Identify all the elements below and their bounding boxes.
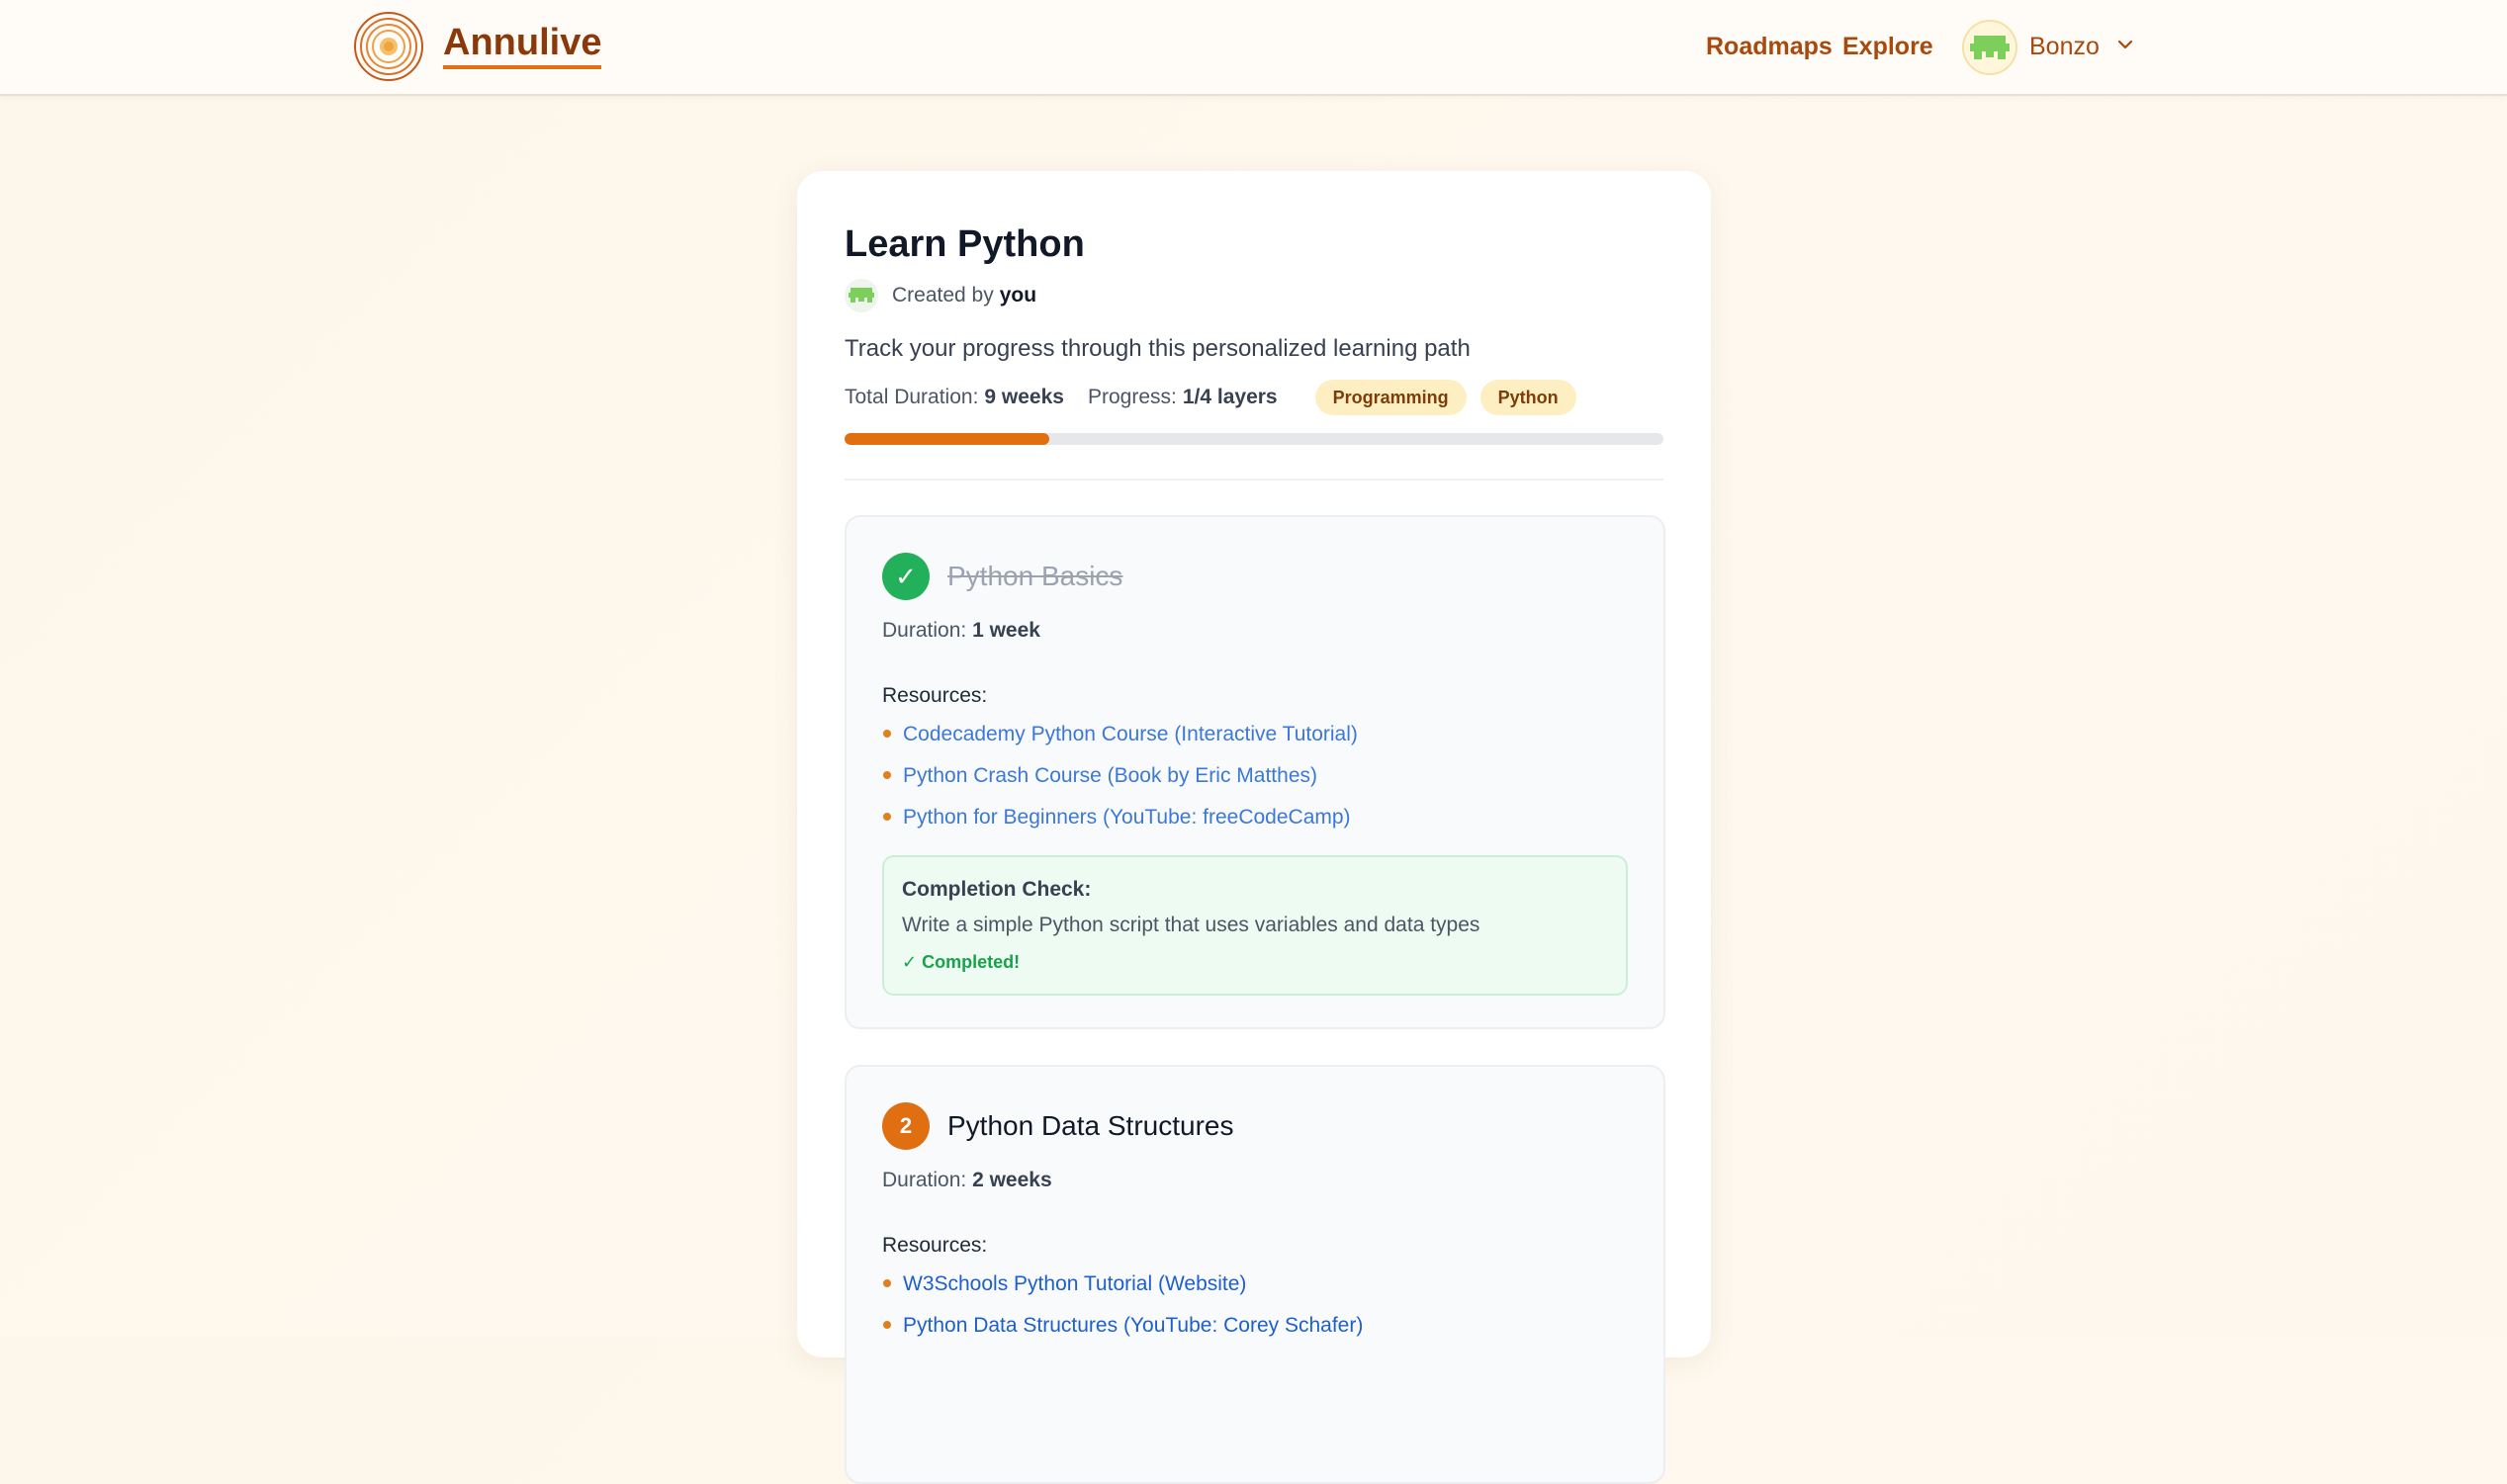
layer-duration: Duration: 2 weeks <box>882 1166 1052 1195</box>
check-icon[interactable]: ✓ <box>882 553 930 600</box>
top-navbar: Annulive Roadmaps Explore Bonzo <box>0 0 2507 96</box>
layer-header: ✓ Python Basics <box>882 553 1122 600</box>
resource-link[interactable]: Codecademy Python Course (Interactive Tu… <box>903 723 1358 745</box>
progress-value: 1/4 layers <box>1182 386 1278 408</box>
duration-label: Duration: <box>882 1169 967 1191</box>
created-by-value: you <box>999 284 1037 306</box>
roadmap-meta: Total Duration: 9 weeks Progress: 1/4 la… <box>845 379 1576 416</box>
duration-value: 1 week <box>972 619 1040 642</box>
resource-list: Codecademy Python Course (Interactive Tu… <box>882 720 1358 844</box>
layer-card-python-basics: ✓ Python Basics Duration: 1 week Resourc… <box>845 515 1665 1029</box>
list-item: Python Data Structures (YouTube: Corey S… <box>882 1311 1363 1353</box>
duration-value: 2 weeks <box>972 1169 1052 1191</box>
total-duration-value: 9 weeks <box>984 386 1064 408</box>
nav-explore-link[interactable]: Explore <box>1842 30 1933 63</box>
brand-name[interactable]: Annulive <box>443 22 602 69</box>
list-item: W3Schools Python Tutorial (Website) <box>882 1269 1363 1311</box>
tag-python[interactable]: Python <box>1479 380 1576 415</box>
annulive-logo[interactable] <box>352 10 425 83</box>
pixel-avatar-icon <box>845 279 878 312</box>
resource-link[interactable]: Python Crash Course (Book by Eric Matthe… <box>903 764 1317 787</box>
created-by-label: Created by <box>892 284 994 306</box>
section-divider <box>845 479 1663 480</box>
layer-card-python-data-structures: 2 Python Data Structures Duration: 2 wee… <box>845 1065 1665 1484</box>
layer-title: Python Basics <box>947 561 1123 591</box>
resources-label: Resources: <box>882 1234 988 1257</box>
list-item: Python Crash Course (Book by Eric Matthe… <box>882 761 1358 803</box>
chevron-down-icon[interactable] <box>2114 34 2136 55</box>
resources-label: Resources: <box>882 684 988 707</box>
list-item: Codecademy Python Course (Interactive Tu… <box>882 720 1358 761</box>
pixel-avatar-icon <box>1964 22 2015 73</box>
layer-header: 2 Python Data Structures <box>882 1102 1233 1150</box>
duration-label: Duration: <box>882 619 967 642</box>
progress-bar-fill <box>845 433 1049 445</box>
tag-programming[interactable]: Programming <box>1314 380 1467 415</box>
resource-link[interactable]: W3Schools Python Tutorial (Website) <box>903 1272 1246 1295</box>
creator-line: Created by you <box>845 278 1036 313</box>
roadmap-title: Learn Python <box>845 223 1085 265</box>
resource-list: W3Schools Python Tutorial (Website) Pyth… <box>882 1269 1363 1353</box>
list-item: Python for Beginners (YouTube: freeCodeC… <box>882 803 1358 844</box>
progress-bar <box>845 433 1663 445</box>
layer-duration: Duration: 1 week <box>882 616 1040 646</box>
resource-link[interactable]: Python Data Structures (YouTube: Corey S… <box>903 1314 1363 1337</box>
resource-link[interactable]: Python for Beginners (YouTube: freeCodeC… <box>903 806 1351 829</box>
total-duration-label: Total Duration: <box>845 386 979 408</box>
roadmap-card: Learn Python Created by you Track your p… <box>797 171 1711 1484</box>
user-avatar[interactable] <box>1962 20 2017 75</box>
creator-avatar <box>845 279 878 312</box>
completion-status: ✓ Completed! <box>902 952 1021 972</box>
roadmap-description: Track your progress through this persona… <box>845 335 1471 362</box>
nav-roadmaps-link[interactable]: Roadmaps <box>1706 30 1833 63</box>
layer-title: Python Data Structures <box>947 1110 1234 1141</box>
completion-check-box: Completion Check: Write a simple Python … <box>882 855 1628 996</box>
progress-label: Progress: <box>1087 386 1177 408</box>
layer-number-badge[interactable]: 2 <box>882 1102 930 1150</box>
completion-check-text: Write a simple Python script that uses v… <box>902 914 1480 936</box>
completion-check-label: Completion Check: <box>902 878 1092 901</box>
user-name[interactable]: Bonzo <box>2029 30 2100 63</box>
